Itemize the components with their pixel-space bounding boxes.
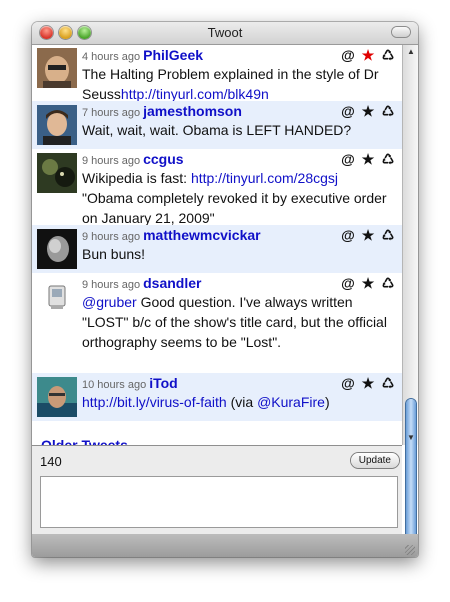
timeline[interactable]: 4 hours ago PhilGeek @ ★ ♺ The Halting Prob… [32,45,402,445]
tweet-actions: @ ★ ♺ [338,375,398,391]
reply-icon[interactable]: @ [338,103,358,119]
status-bar [32,534,418,557]
retweet-icon[interactable]: ♺ [378,151,398,167]
tweet-link[interactable]: http://tinyurl.com/28cgsj [191,170,338,186]
reply-icon[interactable]: @ [338,227,358,243]
tweet-text: Wikipedia is fast: http://tinyurl.com/28… [82,168,402,228]
tweet-text: @gruber Good question. I've always writt… [82,292,402,352]
tweet-username[interactable]: matthewmcvickar [143,227,261,243]
tweet-username[interactable]: jamesthomson [143,103,242,119]
tweet-text: Bun buns! [82,246,146,262]
scroll-down-icon[interactable]: ▼ [406,433,416,442]
tweet-actions: @ ★ ♺ [338,103,398,119]
scroll-up-icon[interactable]: ▲ [406,47,416,56]
reply-icon[interactable]: @ [338,275,358,291]
app-window: Twoot 4 hours ago PhilGeek @ ★ ♺ The Haltin… [32,22,418,557]
tweet-row: 9 hours ago ccgus @ ★ ♺ Wikipedia is fast: … [32,149,402,228]
tweet-time: 9 hours ago [82,279,141,291]
avatar[interactable] [37,229,77,269]
tweet-text-part: (via [226,394,258,410]
tweet-text: Wait, wait, wait. Obama is LEFT HANDED? [82,122,352,138]
window-title: Twoot [207,25,243,40]
tweet-input[interactable] [40,476,398,528]
composer: 140 Update [32,446,402,534]
tweet-username[interactable]: dsandler [143,275,201,291]
tweet-meta: 9 hours ago ccgus [82,151,184,167]
tweet-link[interactable]: http://bit.ly/virus-of-faith [82,394,227,410]
avatar[interactable] [37,377,77,417]
toolbar-toggle-button[interactable] [392,27,410,37]
tweet-text-part: "Obama completely revoked it by executiv… [82,190,387,226]
title-bar[interactable]: Twoot [32,22,418,45]
tweet-actions: @ ★ ♺ [338,151,398,167]
retweet-icon[interactable]: ♺ [378,375,398,391]
resize-grip-icon[interactable] [405,545,415,555]
tweet-row: 10 hours ago iTod @ ★ ♺ http://bit.ly/virus… [32,373,402,421]
retweet-icon[interactable]: ♺ [378,47,398,63]
vertical-scrollbar[interactable]: ▲ ▼ [402,45,418,543]
tweet-meta: 9 hours ago matthewmcvickar [82,227,261,243]
avatar[interactable] [37,153,77,193]
tweet-text: http://bit.ly/virus-of-faith (via @KuraF… [82,392,402,412]
tweet-meta: 10 hours ago iTod [82,375,178,391]
favorite-star-icon[interactable]: ★ [358,151,378,167]
tweet-time: 4 hours ago [82,51,141,63]
update-button[interactable]: Update [350,453,399,468]
tweet-text-part: ) [324,394,330,410]
favorite-star-icon[interactable]: ★ [358,275,378,291]
tweet-username[interactable]: PhilGeek [143,47,203,63]
tweet-time: 10 hours ago [82,379,147,391]
tweet-link[interactable]: http://tinyurl.com/blk49n [121,86,269,102]
tweet-meta: 4 hours ago PhilGeek [82,47,203,63]
reply-icon[interactable]: @ [338,375,358,391]
tweet-actions: @ ★ ♺ [338,47,398,63]
tweet-time: 9 hours ago [82,231,141,243]
tweet-row: 4 hours ago PhilGeek @ ★ ♺ The Halting Prob… [32,45,402,104]
avatar[interactable] [37,48,77,88]
favorite-star-icon[interactable]: ★ [358,227,378,243]
tweet-meta: 7 hours ago jamesthomson [82,103,242,119]
tweet-time: 7 hours ago [82,107,141,119]
tweet-row: 9 hours ago matthewmcvickar @ ★ ♺ Bun buns! [32,225,402,273]
favorite-star-icon[interactable]: ★ [358,103,378,119]
tweet-mention[interactable]: @KuraFire [257,394,325,410]
older-tweets-link[interactable]: Older Tweets [41,437,128,445]
tweet-actions: @ ★ ♺ [338,275,398,291]
favorite-star-icon[interactable]: ★ [358,375,378,391]
avatar[interactable] [37,277,77,317]
tweet-mention[interactable]: @gruber [82,294,137,310]
tweet-row: 9 hours ago dsandler @ ★ ♺ @gruber Good que… [32,273,402,373]
tweet-time: 9 hours ago [82,155,141,167]
retweet-icon[interactable]: ♺ [378,275,398,291]
tweet-meta: 9 hours ago dsandler [82,275,201,291]
reply-icon[interactable]: @ [338,47,358,63]
reply-icon[interactable]: @ [338,151,358,167]
tweet-username[interactable]: ccgus [143,151,183,167]
scroll-thumb[interactable] [406,399,416,543]
favorite-star-icon[interactable]: ★ [358,47,378,63]
tweet-username[interactable]: iTod [149,375,178,391]
tweet-text: The Halting Problem explained in the sty… [82,64,402,104]
tweet-actions: @ ★ ♺ [338,227,398,243]
avatar[interactable] [37,105,77,145]
character-count: 140 [40,454,62,469]
tweet-row: 7 hours ago jamesthomson @ ★ ♺ Wait, wait, … [32,101,402,149]
retweet-icon[interactable]: ♺ [378,103,398,119]
retweet-icon[interactable]: ♺ [378,227,398,243]
tweet-text-part: Wikipedia is fast: [82,170,191,186]
